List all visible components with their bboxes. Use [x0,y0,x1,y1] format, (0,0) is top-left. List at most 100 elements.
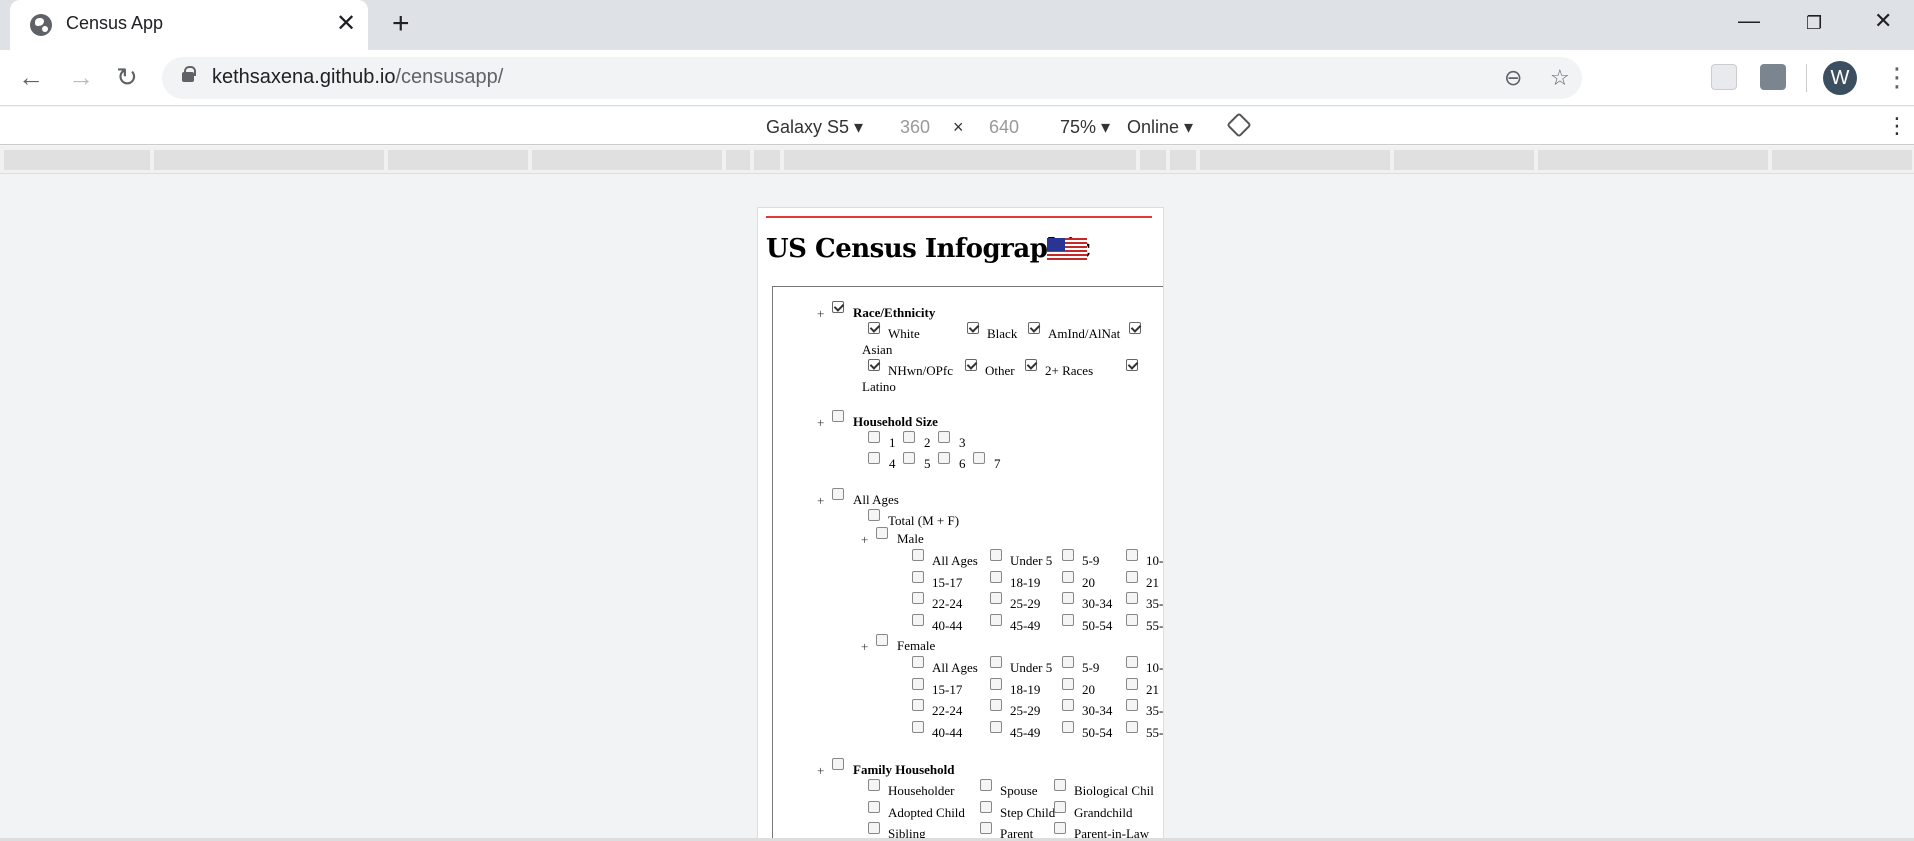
option-checkbox[interactable] [990,699,1002,711]
household-size-option-checkbox[interactable] [903,431,915,443]
option-checkbox[interactable] [1126,549,1138,561]
option-checkbox[interactable] [990,613,1002,626]
network-select[interactable]: Online ▾ [1127,117,1193,138]
printer-extension-icon[interactable] [1760,64,1786,90]
household-size-option-checkbox[interactable] [903,452,915,464]
option-checkbox[interactable] [980,800,992,813]
option-checkbox[interactable] [990,677,1002,690]
option-checkbox[interactable] [1062,699,1074,711]
ruler-segment[interactable] [388,150,528,170]
ruler-segment[interactable] [4,150,150,170]
household-size-expander[interactable]: + [817,415,824,431]
race-option-checkbox[interactable] [1126,359,1138,371]
option-checkbox[interactable] [912,720,924,733]
close-tab-icon[interactable]: ✕ [336,9,356,39]
male-expander[interactable]: + [861,532,868,548]
device-more-icon[interactable]: ⋮ [1886,113,1908,139]
race-option-checkbox[interactable] [1028,322,1040,334]
ruler-segment[interactable] [1538,150,1768,170]
option-checkbox[interactable] [1054,800,1066,813]
height-input[interactable]: 640 [989,117,1019,138]
zoom-select[interactable]: 75% ▾ [1060,117,1110,138]
option-checkbox[interactable] [868,822,880,834]
race-option-checkbox[interactable] [967,322,979,334]
reload-icon[interactable]: ↻ [116,62,138,92]
option-checkbox[interactable] [868,779,880,791]
race-option-checkbox[interactable] [868,359,880,371]
option-checkbox[interactable] [990,570,1002,583]
ruler-segment[interactable] [532,150,722,170]
bookmark-star-icon[interactable]: ☆ [1550,65,1570,91]
option-checkbox[interactable] [980,779,992,791]
household-size-checkbox[interactable] [832,410,844,422]
race-option-checkbox[interactable] [1129,322,1141,334]
race-expander[interactable]: + [817,306,824,322]
browser-menu-icon[interactable]: ⋮ [1884,62,1910,92]
browser-tab[interactable]: Census App ✕ [10,0,368,50]
family-household-checkbox[interactable] [832,758,844,770]
ruler-segment[interactable] [726,150,750,170]
household-size-option-checkbox[interactable] [868,452,880,464]
option-checkbox[interactable] [912,592,924,604]
ruler-segment[interactable] [754,150,780,170]
option-checkbox[interactable] [868,800,880,813]
avatar[interactable]: W [1823,61,1857,95]
all-ages-expander[interactable]: + [817,493,824,509]
option-checkbox[interactable] [912,549,924,561]
option-checkbox[interactable] [990,720,1002,733]
option-checkbox[interactable] [990,549,1002,561]
ruler-segment[interactable] [1170,150,1196,170]
option-checkbox[interactable] [1054,822,1066,834]
total-checkbox[interactable] [868,509,880,521]
option-checkbox[interactable] [912,677,924,690]
ruler-segment[interactable] [154,150,384,170]
forward-icon[interactable]: → [68,62,94,92]
window-close-icon[interactable]: ✕ [1874,6,1892,36]
ruler-segment[interactable] [784,150,1136,170]
female-checkbox[interactable] [876,634,888,646]
option-checkbox[interactable] [912,570,924,583]
option-checkbox[interactable] [912,656,924,668]
extension-icon[interactable] [1711,64,1737,90]
option-checkbox[interactable] [912,613,924,626]
option-checkbox[interactable] [1126,613,1138,626]
option-checkbox[interactable] [912,699,924,711]
race-option-checkbox[interactable] [868,322,880,334]
option-checkbox[interactable] [1062,656,1074,668]
all-ages-checkbox[interactable] [832,488,844,500]
minimize-icon[interactable]: — [1738,6,1760,36]
ruler-segment[interactable] [1140,150,1166,170]
option-checkbox[interactable] [1126,592,1138,604]
option-checkbox[interactable] [1126,570,1138,583]
household-size-option-checkbox[interactable] [973,452,985,464]
race-checkbox[interactable] [832,301,844,313]
ruler-segment[interactable] [1200,150,1390,170]
race-option-checkbox[interactable] [1025,359,1037,371]
household-size-option-checkbox[interactable] [938,431,950,443]
option-checkbox[interactable] [1054,779,1066,791]
option-checkbox[interactable] [1062,720,1074,733]
household-size-option-checkbox[interactable] [868,431,880,443]
male-checkbox[interactable] [876,527,888,539]
device-select[interactable]: Galaxy S5 ▾ [766,117,863,138]
household-size-option-checkbox[interactable] [938,452,950,464]
back-icon[interactable]: ← [18,62,44,92]
width-input[interactable]: 360 [900,117,930,138]
female-expander[interactable]: + [861,639,868,655]
option-checkbox[interactable] [1126,677,1138,690]
option-checkbox[interactable] [1062,592,1074,604]
ruler-segment[interactable] [1772,150,1912,170]
url-text[interactable]: kethsaxena.github.io/censusapp/ [212,66,503,89]
address-bar[interactable]: kethsaxena.github.io/censusapp/ ⊖ ☆ [162,57,1582,99]
option-checkbox[interactable] [1126,699,1138,711]
restore-icon[interactable]: ❐ [1806,8,1822,38]
option-checkbox[interactable] [1126,656,1138,668]
option-checkbox[interactable] [1062,549,1074,561]
zoom-out-icon[interactable]: ⊖ [1504,65,1522,91]
option-checkbox[interactable] [1062,677,1074,690]
option-checkbox[interactable] [1126,720,1138,733]
option-checkbox[interactable] [1062,570,1074,583]
option-checkbox[interactable] [1062,613,1074,626]
option-checkbox[interactable] [990,656,1002,668]
option-checkbox[interactable] [990,592,1002,604]
